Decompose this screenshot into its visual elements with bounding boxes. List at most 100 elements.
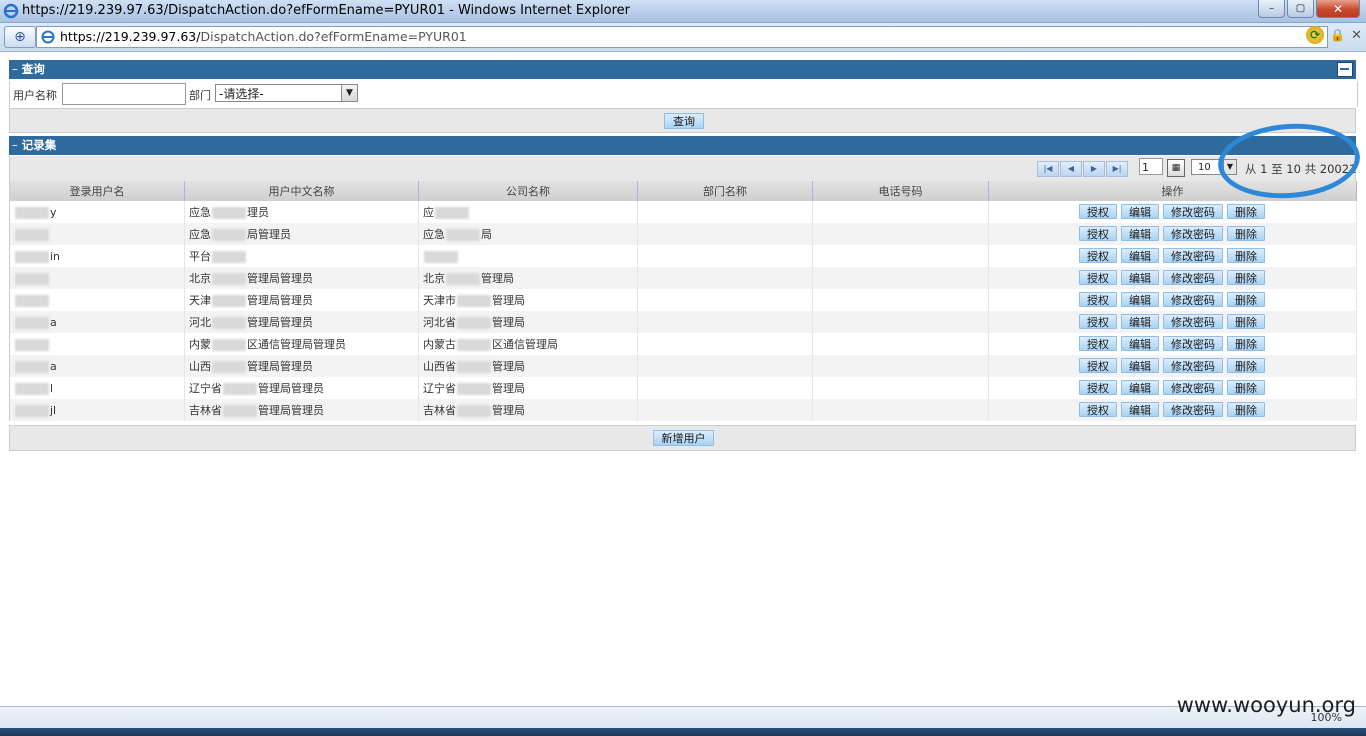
column-header[interactable]: 电话号码 <box>812 181 989 201</box>
chevron-down-icon[interactable]: ▼ <box>341 85 357 101</box>
cell-phone <box>812 267 989 289</box>
stop-icon[interactable]: ✕ <box>1351 28 1362 43</box>
table-row[interactable]: l 辽宁省 管理局管理员 辽宁省 管理局 授权 编辑 修改密码 删除 <box>9 377 1357 399</box>
cell-login: l <box>9 377 185 399</box>
cell-actions: 授权 编辑 修改密码 删除 <box>988 201 1357 223</box>
table-row[interactable]: jl 吉林省 管理局管理员 吉林省 管理局 授权 编辑 修改密码 删除 <box>9 399 1357 421</box>
delete-button[interactable]: 删除 <box>1227 248 1265 263</box>
last-page-icon[interactable]: ▶| <box>1106 161 1128 177</box>
next-page-icon[interactable]: ▶ <box>1083 161 1105 177</box>
edit-button[interactable]: 编辑 <box>1121 380 1159 395</box>
change-password-button[interactable]: 修改密码 <box>1163 226 1223 241</box>
dept-select[interactable]: -请选择- ▼ <box>215 84 358 102</box>
cell-department <box>637 289 813 311</box>
address-bar[interactable]: https://219.239.97.63/DispatchAction.do?… <box>36 26 1328 48</box>
table-row[interactable]: 北京 管理局管理员 北京 管理局 授权 编辑 修改密码 删除 <box>9 267 1357 289</box>
edit-button[interactable]: 编辑 <box>1121 336 1159 351</box>
column-header[interactable]: 登录用户名 <box>9 181 185 201</box>
minimize-button[interactable]: – <box>1258 0 1285 18</box>
delete-button[interactable]: 删除 <box>1227 402 1265 417</box>
delete-button[interactable]: 删除 <box>1227 204 1265 219</box>
username-input[interactable] <box>62 83 186 105</box>
login-name: in <box>50 249 61 263</box>
cell-company: 河北省 管理局 <box>418 311 638 333</box>
authorize-button[interactable]: 授权 <box>1079 358 1117 373</box>
cell-chinese-name: 山西 管理局管理员 <box>184 355 419 377</box>
collapse-minus-icon[interactable]: – <box>12 136 18 155</box>
change-password-button[interactable]: 修改密码 <box>1163 380 1223 395</box>
table-row[interactable]: in 平台 授权 编辑 修改密码 删除 <box>9 245 1357 267</box>
delete-button[interactable]: 删除 <box>1227 314 1265 329</box>
delete-button[interactable]: 删除 <box>1227 380 1265 395</box>
delete-button[interactable]: 删除 <box>1227 270 1265 285</box>
cell-phone <box>812 333 989 355</box>
delete-button[interactable]: 删除 <box>1227 226 1265 241</box>
authorize-button[interactable]: 授权 <box>1079 402 1117 417</box>
change-password-button[interactable]: 修改密码 <box>1163 204 1223 219</box>
compatibility-refresh-icon[interactable]: ⟳ <box>1306 26 1325 44</box>
table-row[interactable]: a 河北 管理局管理员 河北省 管理局 授权 编辑 修改密码 删除 <box>9 311 1357 333</box>
maximize-button[interactable]: ▢ <box>1287 0 1314 18</box>
company-part: 应急 <box>423 228 445 241</box>
authorize-button[interactable]: 授权 <box>1079 248 1117 263</box>
column-header[interactable]: 部门名称 <box>637 181 813 201</box>
go-page-icon[interactable]: ▦ <box>1167 159 1185 177</box>
dept-label: 部门 <box>189 89 211 102</box>
edit-button[interactable]: 编辑 <box>1121 402 1159 417</box>
lock-icon[interactable]: 🔒 <box>1330 28 1345 42</box>
cell-login <box>9 223 185 245</box>
new-tab-button[interactable]: ⊕ <box>4 26 36 48</box>
edit-button[interactable]: 编辑 <box>1121 204 1159 219</box>
page-number-input[interactable]: 1 <box>1139 158 1163 175</box>
delete-button[interactable]: 删除 <box>1227 336 1265 351</box>
chinese-name-part: 局管理员 <box>247 228 291 241</box>
table-row[interactable]: y 应急 理员 应 授权 编辑 修改密码 删除 <box>9 201 1357 223</box>
authorize-button[interactable]: 授权 <box>1079 380 1117 395</box>
redaction <box>15 206 49 219</box>
cell-chinese-name: 应急 局管理员 <box>184 223 419 245</box>
delete-button[interactable]: 删除 <box>1227 292 1265 307</box>
table-row[interactable]: 内蒙 区通信管理局管理员 内蒙古 区通信管理局 授权 编辑 修改密码 删除 <box>9 333 1357 355</box>
cell-chinese-name: 辽宁省 管理局管理员 <box>184 377 419 399</box>
first-page-icon[interactable]: |◀ <box>1037 161 1059 177</box>
table-row[interactable]: 应急 局管理员 应急 局 授权 编辑 修改密码 删除 <box>9 223 1357 245</box>
edit-button[interactable]: 编辑 <box>1121 226 1159 241</box>
edit-button[interactable]: 编辑 <box>1121 358 1159 373</box>
table-row[interactable]: 天津 管理局管理员 天津市 管理局 授权 编辑 修改密码 删除 <box>9 289 1357 311</box>
add-user-button[interactable]: 新增用户 <box>653 430 714 446</box>
edit-button[interactable]: 编辑 <box>1121 314 1159 329</box>
authorize-button[interactable]: 授权 <box>1079 204 1117 219</box>
query-button[interactable]: 查询 <box>664 113 704 129</box>
change-password-button[interactable]: 修改密码 <box>1163 270 1223 285</box>
collapse-minus-icon[interactable]: – <box>12 60 18 79</box>
table-row[interactable]: a 山西 管理局管理员 山西省 管理局 授权 编辑 修改密码 删除 <box>9 355 1357 377</box>
edit-button[interactable]: 编辑 <box>1121 270 1159 285</box>
cell-actions: 授权 编辑 修改密码 删除 <box>988 289 1357 311</box>
change-password-button[interactable]: 修改密码 <box>1163 292 1223 307</box>
change-password-button[interactable]: 修改密码 <box>1163 402 1223 417</box>
authorize-button[interactable]: 授权 <box>1079 314 1117 329</box>
company-part: 北京 <box>423 272 445 285</box>
edit-button[interactable]: 编辑 <box>1121 292 1159 307</box>
change-password-button[interactable]: 修改密码 <box>1163 336 1223 351</box>
chinese-name-part: 管理局管理员 <box>247 316 313 329</box>
panel-toggle-icon[interactable] <box>1337 62 1353 77</box>
redaction <box>457 383 491 395</box>
column-header[interactable]: 公司名称 <box>418 181 638 201</box>
column-header[interactable]: 用户中文名称 <box>184 181 419 201</box>
delete-button[interactable]: 删除 <box>1227 358 1265 373</box>
cell-chinese-name: 吉林省 管理局管理员 <box>184 399 419 421</box>
change-password-button[interactable]: 修改密码 <box>1163 314 1223 329</box>
close-window-button[interactable]: ✕ <box>1316 0 1360 18</box>
authorize-button[interactable]: 授权 <box>1079 270 1117 285</box>
prev-page-icon[interactable]: ◀ <box>1060 161 1082 177</box>
pagination-bar: |◀ ◀ ▶ ▶| 1 ▦ 10 ▼ 从 1 至 10 共 20021 <box>9 156 1356 181</box>
cell-department <box>637 311 813 333</box>
authorize-button[interactable]: 授权 <box>1079 292 1117 307</box>
change-password-button[interactable]: 修改密码 <box>1163 358 1223 373</box>
authorize-button[interactable]: 授权 <box>1079 336 1117 351</box>
change-password-button[interactable]: 修改密码 <box>1163 248 1223 263</box>
edit-button[interactable]: 编辑 <box>1121 248 1159 263</box>
authorize-button[interactable]: 授权 <box>1079 226 1117 241</box>
redaction <box>424 250 458 263</box>
